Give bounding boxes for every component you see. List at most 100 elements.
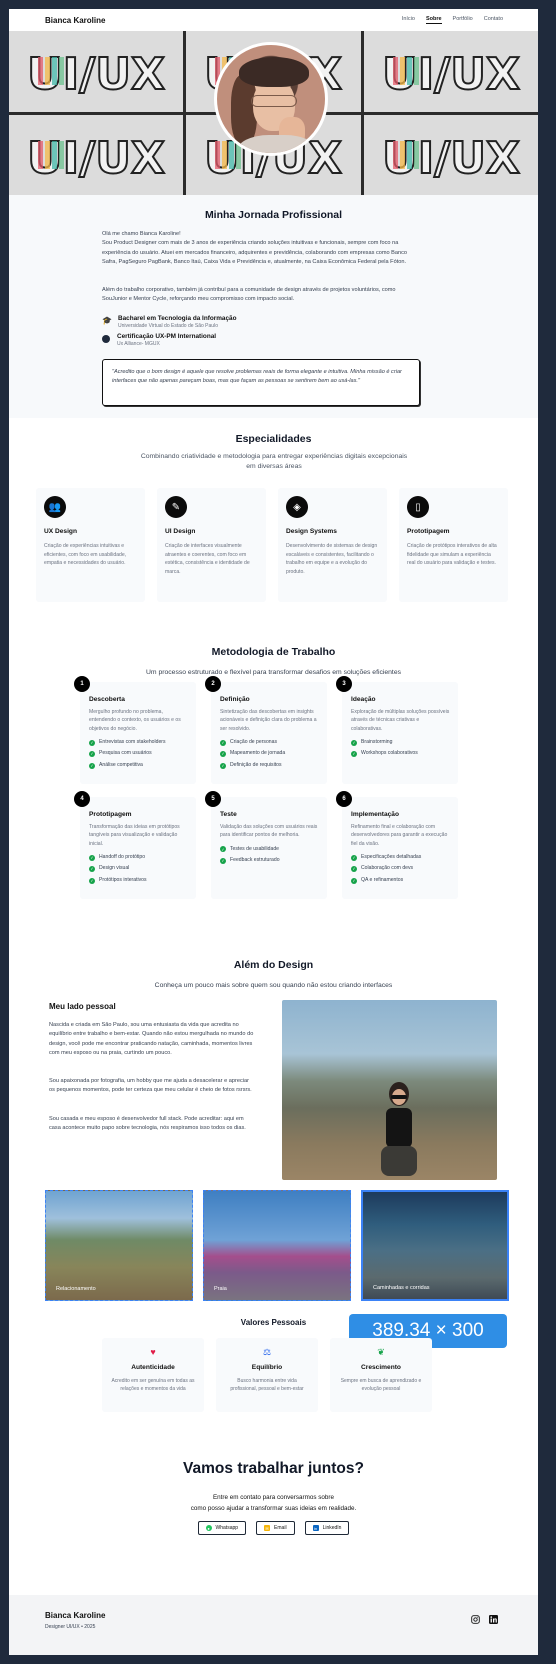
button-label: Whatsapp [215, 1525, 239, 1531]
footer: Bianca Karoline Designer UI/UX • 2025 [9, 1595, 538, 1655]
method-step: 2 Definição Sintetização das descobertas e… [205, 676, 327, 784]
linkedin-button[interactable]: in LinkedIn [304, 1521, 350, 1535]
art-stripe [45, 140, 51, 169]
users-icon: 👥 [44, 496, 66, 518]
checklist-label: Brainstorming [361, 738, 393, 745]
step-desc: Mergulho profundo no problema, entendend… [89, 709, 181, 732]
method-step: 4 Prototipagem Transformação das ideias em… [74, 791, 196, 899]
check-icon: ✓ [89, 866, 95, 873]
checklist-item: ✓ Colaboração com devs [351, 863, 450, 875]
check-icon: ✓ [351, 854, 357, 861]
journey-greeting: Olá me chamo Bianca Karoline! [102, 231, 181, 237]
checklist-label: Pesquisa com usuários [99, 750, 152, 757]
specialty-title: Design Systems [286, 528, 337, 535]
checklist-label: Handoff do protótipo [99, 853, 146, 860]
step-checklist: ✓ Testes de usabilidade ✓ Feedback estrutur… [220, 844, 319, 867]
art-stripe [52, 140, 58, 169]
value-title: Crescimento [361, 1364, 401, 1371]
art-stripe [38, 140, 44, 169]
whatsapp-button[interactable]: ● Whatsapp [197, 1521, 247, 1535]
email-button[interactable]: ✉ Email [256, 1521, 295, 1535]
step-desc: Sintetização das descobertas em insights… [220, 709, 317, 732]
method-step: 3 Ideação Exploração de múltiplas soluções… [336, 676, 458, 784]
check-icon: ✓ [220, 762, 226, 769]
specialty-title: UI Design [165, 528, 196, 535]
checklist-item: ✓ Testes de usabilidade [220, 844, 319, 856]
step-desc: Refinamento final e colaboração com dese… [351, 824, 448, 847]
button-label: LinkedIn [322, 1525, 342, 1531]
checklist-label: Testes de usabilidade [230, 845, 279, 852]
gallery-photo-running[interactable]: Caminhadas e corridas [361, 1190, 509, 1301]
gallery-photo-relationship[interactable]: Relacionamento [45, 1190, 193, 1301]
top-nav: Bianca Karoline Início Sobre Portfólio C… [9, 9, 538, 31]
step-checklist: ✓ Brainstorming ✓ Workshops colaborativos [351, 737, 450, 760]
art-stripe [413, 140, 419, 169]
checklist-item: ✓ QA e refinamentos [351, 875, 450, 887]
nav-link-contato[interactable]: Contato [484, 16, 503, 24]
linkedin-icon: in [312, 1525, 319, 1531]
hero-tile: UI/UX [9, 31, 184, 112]
specialty-card: ◈ Design Systems Desenvolvimento de sist… [278, 488, 387, 602]
journey-intro: Olá me chamo Bianca Karoline! Sou Produc… [102, 230, 420, 267]
gallery-caption: Praia [214, 1286, 227, 1292]
check-icon: ✓ [351, 877, 357, 884]
linkedin-icon[interactable] [489, 1615, 498, 1624]
step-title: Ideação [351, 696, 376, 703]
checklist-item: ✓ Design visual [89, 863, 188, 875]
check-icon: ✓ [351, 866, 357, 873]
education-title: Bacharel em Tecnologia da Informação [118, 315, 237, 322]
checklist-item: ✓ Brainstorming [351, 737, 450, 749]
cta-subtitle: Entre em contato para conversarmos sobre… [9, 1493, 538, 1514]
nav-link-sobre[interactable]: Sobre [425, 16, 442, 24]
checklist-label: Especificações detalhadas [361, 853, 422, 860]
step-title: Implementação [351, 811, 400, 818]
hero-tile: UI/UX [363, 114, 538, 195]
certificate-icon [102, 335, 110, 343]
beyond-subtitle: Conheça um pouco mais sobre quem sou qua… [154, 982, 393, 989]
specialty-desc: Criação de protótipos interativos de alt… [407, 543, 497, 567]
checklist-item: ✓ Definição de requisitos [220, 760, 319, 772]
checklist-item: ✓ Mapeamento de jornada [220, 748, 319, 760]
art-stripe [399, 140, 405, 169]
whatsapp-icon: ● [205, 1525, 212, 1531]
brand-name[interactable]: Bianca Karoline [45, 16, 105, 25]
checklist-label: Colaboração com devs [361, 865, 414, 872]
person-figure [381, 1082, 417, 1176]
layers-icon: ◈ [286, 496, 308, 518]
nav-link-inicio[interactable]: Início [402, 16, 415, 24]
checklist-label: Design visual [99, 865, 130, 872]
art-stripe [406, 140, 412, 169]
art-stripe [392, 140, 398, 169]
check-icon: ✓ [220, 739, 226, 746]
checklist-item: ✓ Entrevistas com stakeholders [89, 737, 188, 749]
sprout-icon: ❦ [377, 1347, 385, 1357]
step-checklist: ✓ Handoff do protótipo ✓ Design visual ✓ Prot… [89, 852, 188, 887]
step-checklist: ✓ Criação de personas ✓ Mapeamento de jorna… [220, 737, 319, 772]
value-card: ❦ Crescimento Sempre em busca de aprendi… [330, 1338, 432, 1412]
gallery-caption: Caminhadas e corridas [373, 1285, 430, 1291]
brush-icon: ✎ [165, 496, 187, 518]
methodology-title: Metodologia de Trabalho [211, 646, 336, 658]
step-title: Prototipagem [89, 811, 132, 818]
footer-subtitle: Designer UI/UX • 2025 [45, 1624, 96, 1630]
instagram-icon[interactable] [471, 1615, 480, 1624]
check-icon: ✓ [89, 762, 95, 769]
checklist-label: Entrevistas com stakeholders [99, 738, 166, 745]
checklist-label: Feedback estruturado [230, 857, 280, 864]
checklist-item: ✓ Especificações detalhadas [351, 852, 450, 864]
checklist-label: Definição de requisitos [230, 761, 282, 768]
nav-link-portfolio[interactable]: Portfólio [453, 16, 473, 24]
step-desc: Exploração de múltiplas soluções possíve… [351, 709, 450, 732]
art-stripe [45, 57, 51, 86]
specialty-card: ▯ Prototipagem Criação de protótipos int… [399, 488, 508, 602]
education-item: 🎓 Bacharel em Tecnologia da Informação U… [102, 315, 237, 329]
check-icon: ✓ [89, 751, 95, 758]
email-icon: ✉ [264, 1525, 271, 1531]
journey-section: Minha Jornada Profissional Olá me chamo … [9, 195, 538, 418]
check-icon: ✓ [220, 751, 226, 758]
gallery-caption: Relacionamento [56, 1286, 96, 1292]
value-desc: Sempre em busca de aprendizado e evoluçã… [340, 1378, 422, 1393]
step-checklist: ✓ Especificações detalhadas ✓ Colaboração c… [351, 852, 450, 887]
graduation-cap-icon: 🎓 [102, 316, 112, 325]
gallery-photo-beach[interactable]: Praia [203, 1190, 351, 1301]
